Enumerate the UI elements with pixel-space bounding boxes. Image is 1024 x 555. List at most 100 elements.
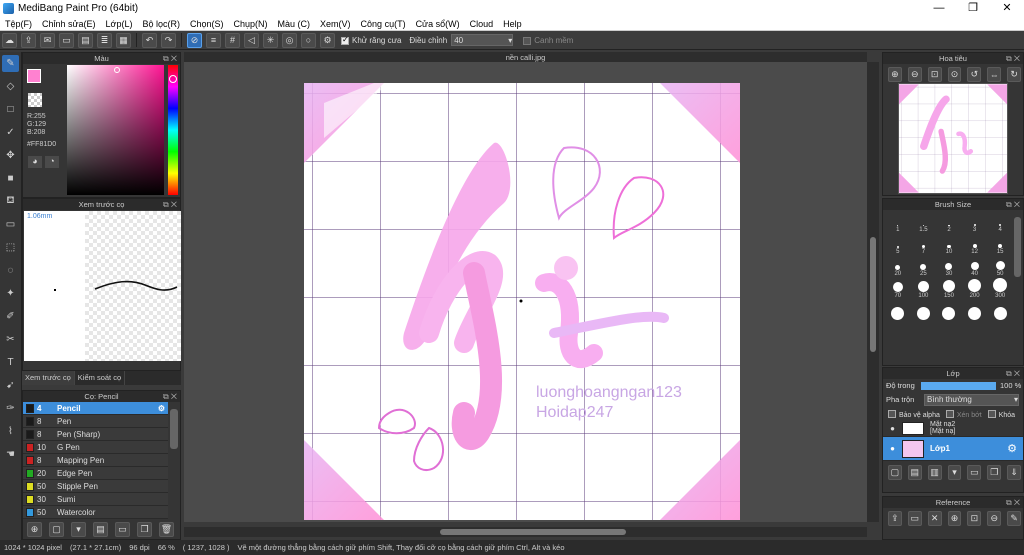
brush-item[interactable]: 30 Sumi [23,493,168,506]
menu-filter[interactable]: Bộ lọc(R) [137,19,185,29]
grid-icon[interactable]: ▦ [116,32,131,48]
swap-color-icon[interactable]: ◔ [45,156,59,168]
saturation-value-picker[interactable] [67,65,164,195]
curve-snap-icon[interactable]: ○ [301,32,316,48]
minimize-button[interactable]: — [922,0,956,17]
select-eraser-tool-icon[interactable]: ✂ [2,331,19,348]
zoom-out-icon[interactable]: ⊖ [907,67,922,82]
reference-close-icon[interactable]: ✕ [927,511,942,526]
panel-buttons[interactable]: ⧉ ✕ [163,391,177,402]
comment-icon[interactable]: ✉ [40,32,55,48]
chat-icon[interactable]: ▭ [59,32,74,48]
radial-snap-icon[interactable]: ✳ [263,32,278,48]
select-tool-icon[interactable]: ⬚ [2,239,19,256]
brush-size-cell[interactable]: 70 [885,277,911,299]
layer-menu-icon[interactable]: ▾ [947,465,962,480]
brush-item[interactable]: 8 Pen [23,415,168,428]
protect-alpha-checkbox[interactable] [888,409,896,418]
duplicate-icon[interactable]: ❐ [137,522,152,537]
brush-item[interactable]: 50 Watercolor [23,506,168,519]
vanishing-snap-icon[interactable]: ◁ [244,32,259,48]
undo-icon[interactable]: ↶ [142,32,157,48]
divide-tool-icon[interactable]: ✑ [2,400,19,417]
rotate-left-icon[interactable]: ↺ [967,67,982,82]
brush-tool-icon[interactable]: ✎ [2,55,19,72]
menu-layer[interactable]: Lớp(L) [101,19,138,29]
correction-select[interactable]: 40 ▾ [451,34,514,46]
document-icon[interactable]: ▤ [78,32,93,48]
brush-size-scrollbar[interactable] [1014,217,1021,277]
navigator-thumbnail[interactable] [898,83,1008,194]
menu-color[interactable]: Màu (C) [273,19,316,29]
palette-icon[interactable]: ◕ [28,156,42,168]
brush-item[interactable]: 8 Mapping Pen [23,454,168,467]
concentric-snap-icon[interactable]: ◎ [282,32,297,48]
panel-buttons[interactable]: ⧉ ✕ [1006,199,1020,210]
brush-size-cell[interactable]: 150 [936,277,962,299]
gradient-tool-icon[interactable]: ▭ [2,216,19,233]
folder-icon[interactable]: ▭ [115,522,130,537]
reference-eyedropper-icon[interactable]: ✎ [1007,511,1022,526]
clipping-option[interactable]: Xén bớt [945,409,982,419]
reference-folder-icon[interactable]: ▭ [907,511,922,526]
merge-down-icon[interactable]: ⇓ [1007,465,1022,480]
panel-buttons[interactable]: ⧉ ✕ [1006,53,1020,64]
list-icon[interactable]: ≣ [97,32,112,48]
brush-size-cell[interactable]: 3 [962,211,988,233]
lasso-tool-icon[interactable]: ◌ [2,262,19,279]
new-halftone-layer-icon[interactable]: ▤ [907,465,922,480]
brush-size-cell[interactable] [962,299,988,321]
color-cursor[interactable] [114,67,120,73]
soft-snap-option[interactable]: Canh mềm [523,36,573,45]
upload-icon[interactable]: ⇪ [21,32,36,48]
brush-size-cell[interactable] [911,299,937,321]
redo-icon[interactable]: ↷ [161,32,176,48]
brush-size-cell[interactable]: 5 [885,233,911,255]
menu-tools[interactable]: Công cụ(T) [356,19,411,29]
vertical-scrollbar[interactable] [867,62,879,522]
brush-size-cell[interactable]: 200 [962,277,988,299]
operation-tool-icon[interactable]: ➹ [2,377,19,394]
brush-item[interactable]: 20 Edge Pen [23,467,168,480]
reference-zoom-out-icon[interactable]: ⊖ [987,511,1002,526]
magic-wand-tool-icon[interactable]: ✦ [2,285,19,302]
hand-tool-icon[interactable]: ☚ [2,446,19,463]
brush-size-cell[interactable]: 30 [936,255,962,277]
fill-rect-tool-icon[interactable]: ■ [2,170,19,187]
cloud-icon[interactable]: ☁ [2,32,17,48]
visibility-eye-icon[interactable]: ● [888,424,897,433]
brush-size-cell[interactable]: 4 [987,211,1013,233]
blend-select[interactable]: Bình thường ▾ [924,393,1019,406]
hue-slider[interactable] [168,65,178,195]
add-brush-icon[interactable]: ⊕ [27,522,42,537]
brush-item[interactable]: 8 Pen (Sharp) [23,428,168,441]
brush-item[interactable]: 10 G Pen [23,441,168,454]
new-layer-icon[interactable]: ▢ [888,465,902,480]
brush-size-cell[interactable]: 20 [885,255,911,277]
canvas-area[interactable]: luonghoangngan123 Hoidap247 [184,62,867,522]
tab-brush-control[interactable]: Kiểm soát cọ [75,371,126,385]
reference-upload-icon[interactable]: ⇪ [888,511,902,526]
snap-off-icon[interactable]: ⊘ [187,32,202,48]
drawing-canvas[interactable]: luonghoangngan123 Hoidap247 [304,83,740,520]
duplicate-layer-icon[interactable]: ❐ [987,465,1002,480]
actual-size-icon[interactable]: ⊙ [947,67,962,82]
menu-select[interactable]: Chọn(S) [185,19,229,29]
protect-alpha-option[interactable]: Bảo vệ alpha [888,409,940,419]
brush-size-cell[interactable]: 10 [936,233,962,255]
layer-row-mask[interactable]: ● Mặt nạ2 [Mặt nạ] [883,420,1023,437]
menu-cloud[interactable]: Cloud [465,19,499,29]
eyedropper-tool-icon[interactable]: ⌇ [2,423,19,440]
opacity-slider[interactable] [921,381,996,390]
eraser-tool-icon[interactable]: ◇ [2,78,19,95]
visibility-eye-icon[interactable]: ● [888,444,897,453]
brush-item[interactable]: 50 Stipple Pen [23,480,168,493]
import-brush-icon[interactable]: ▤ [93,522,108,537]
layer-folder-icon[interactable]: ▭ [967,465,982,480]
brush-size-cell[interactable]: 50 [987,255,1013,277]
hue-cursor[interactable] [169,75,177,83]
brush-size-cell[interactable] [936,299,962,321]
brush-size-cell[interactable]: 7 [911,233,937,255]
brush-list-scrollbar[interactable] [170,409,178,449]
copy-brush-icon[interactable]: ▢ [49,522,64,537]
